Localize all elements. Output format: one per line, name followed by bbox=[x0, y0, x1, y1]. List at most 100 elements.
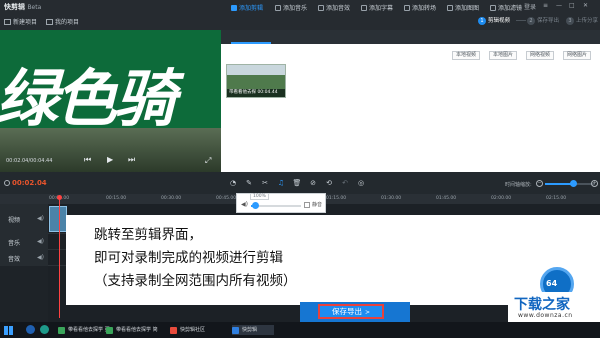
step-export-label: 保存导出 bbox=[537, 18, 560, 24]
taskbar-item-icon bbox=[58, 327, 65, 334]
maximize-icon[interactable]: □ bbox=[569, 2, 575, 9]
clock-icon bbox=[4, 180, 10, 186]
video-preview[interactable]: 绿色骑 bbox=[0, 30, 221, 172]
transition-icon bbox=[404, 5, 410, 11]
fullscreen-icon[interactable]: ⤢ bbox=[205, 156, 211, 166]
tab-add-image[interactable]: 添加图图 bbox=[447, 3, 479, 12]
add-online-image-button[interactable]: 网络图片 bbox=[563, 51, 592, 60]
mute-checkbox[interactable] bbox=[304, 202, 310, 208]
tab-add-transition[interactable]: 添加转场 bbox=[404, 3, 436, 12]
close-icon[interactable]: ✕ bbox=[583, 2, 588, 9]
cut-icon[interactable]: ✂ bbox=[260, 178, 270, 188]
add-local-image-button[interactable]: 本地图片 bbox=[489, 51, 518, 60]
site-logo-url: www.downza.cn bbox=[518, 312, 573, 319]
track-header-video[interactable]: 视频 ◀) bbox=[0, 204, 48, 234]
taskbar-item-label: 带看看他去探学 更 bbox=[68, 327, 110, 333]
save-export-label: 保存导出 bbox=[331, 307, 362, 316]
tab-add-clip[interactable]: 添加剪辑 bbox=[231, 3, 263, 12]
tab-bar bbox=[221, 30, 600, 44]
current-time-value: 00:02.04 bbox=[12, 179, 47, 187]
taskbar-item[interactable]: 快剪辑社区 bbox=[170, 325, 224, 335]
ruler-tick: 02:00.00 bbox=[491, 196, 512, 201]
add-local-video-button[interactable]: 本地视频 bbox=[452, 51, 481, 60]
rotate-icon[interactable]: ⟲ bbox=[324, 178, 334, 188]
tab-add-subtitle-label: 添加字幕 bbox=[369, 5, 394, 12]
my-projects-button[interactable]: 我的项目 bbox=[46, 17, 79, 26]
media-clip-thumbnail[interactable]: 带看看他去探 00:04.44 bbox=[226, 64, 286, 98]
zoom-slider-handle[interactable] bbox=[569, 180, 577, 187]
playhead[interactable] bbox=[59, 196, 60, 318]
speed-icon[interactable]: ◔ bbox=[228, 178, 238, 188]
zoom-in-icon[interactable]: + bbox=[591, 180, 598, 187]
next-frame-icon[interactable]: ⏭ bbox=[128, 155, 135, 165]
step-edit-number: 1 bbox=[478, 17, 486, 25]
login-button[interactable]: 登录 bbox=[524, 2, 536, 11]
speaker-icon[interactable]: ◀) bbox=[37, 215, 44, 222]
taskbar-item-label: 带看看他去探学 简 bbox=[116, 327, 158, 333]
thumbnail-caption-text: 带看看他去探 bbox=[229, 90, 256, 95]
taskbar-item[interactable]: 带看看他去探学 简 bbox=[106, 325, 162, 335]
taskbar-item[interactable]: 带看看他去探学 更 bbox=[58, 325, 110, 335]
track-name: 音效 bbox=[8, 256, 21, 263]
minimize-icon[interactable]: — bbox=[556, 2, 562, 9]
step-export[interactable]: 2 保存导出 bbox=[527, 16, 559, 25]
site-watermark-logo: 下载之家 www.downza.cn bbox=[508, 292, 600, 322]
volume-slider-handle[interactable] bbox=[252, 202, 259, 209]
timeline-video-clip[interactable] bbox=[49, 206, 67, 232]
step-share-label: 上传分享 bbox=[576, 18, 599, 24]
taskbar-item-label: 快剪辑社区 bbox=[180, 327, 206, 333]
tab-add-music-label: 添加音乐 bbox=[283, 5, 308, 12]
thumbnail-caption: 带看看他去探 00:04.44 bbox=[227, 89, 285, 97]
target-icon[interactable]: ◎ bbox=[356, 178, 366, 188]
start-icon[interactable] bbox=[4, 326, 13, 335]
taskbar-item-icon bbox=[106, 327, 113, 334]
tab-add-sound[interactable]: 添加音效 bbox=[318, 3, 350, 12]
taskbar-app-icon[interactable] bbox=[26, 325, 35, 334]
tab-add-subtitle[interactable]: 添加字幕 bbox=[361, 3, 393, 12]
folder-icon bbox=[46, 19, 53, 25]
tab-add-music[interactable]: 添加音乐 bbox=[275, 3, 307, 12]
speaker-icon[interactable]: ◀) bbox=[37, 254, 44, 261]
delete-icon[interactable]: 🗑 bbox=[292, 178, 302, 188]
volume-icon[interactable]: ◀) bbox=[241, 201, 248, 208]
disable-icon[interactable]: ⊘ bbox=[308, 178, 318, 188]
taskbar-item-active[interactable]: 快剪辑 bbox=[232, 325, 274, 335]
step-edit[interactable]: 1 剪辑视频 bbox=[478, 16, 510, 25]
ruler-tick: 00:45.00 bbox=[216, 196, 237, 201]
preview-overlay-text: 绿色骑 bbox=[0, 62, 176, 135]
taskbar-app-icon[interactable] bbox=[40, 325, 49, 334]
prev-frame-icon[interactable]: ⏮ bbox=[84, 155, 91, 165]
track-header-sound[interactable]: 音效 ◀) bbox=[0, 250, 48, 266]
current-time: 00:02.04 bbox=[4, 179, 47, 187]
undo-icon[interactable]: ↶ bbox=[340, 178, 350, 188]
preview-time: 00:02.04/00:04.44 bbox=[6, 158, 53, 164]
my-projects-label: 我的项目 bbox=[55, 19, 80, 26]
new-project-button[interactable]: 新建项目 bbox=[4, 17, 37, 26]
track-name: 音乐 bbox=[8, 240, 21, 247]
menu-icon[interactable]: ≡ bbox=[543, 2, 548, 9]
step-share[interactable]: 3 上传分享 bbox=[566, 16, 598, 25]
subtitle-icon bbox=[361, 5, 367, 11]
save-export-button[interactable]: 保存导出 > bbox=[318, 304, 384, 319]
add-online-video-button[interactable]: 网络视频 bbox=[526, 51, 555, 60]
playhead-handle[interactable] bbox=[57, 195, 62, 200]
caption-line: 跳转至剪辑界面， bbox=[94, 227, 202, 243]
speaker-icon[interactable]: ◀) bbox=[37, 238, 44, 245]
ruler-tick: 00:30.00 bbox=[161, 196, 182, 201]
music-icon bbox=[275, 5, 281, 11]
tab-add-filter[interactable]: 添加滤镜 bbox=[490, 3, 522, 12]
ruler-tick: 01:30.00 bbox=[381, 196, 402, 201]
tab-add-transition-label: 添加转场 bbox=[412, 5, 437, 12]
mute-label: 静音 bbox=[312, 202, 323, 208]
track-header-music[interactable]: 音乐 ◀) bbox=[0, 234, 48, 250]
zoom-out-icon[interactable]: − bbox=[536, 180, 543, 187]
volume-tool-icon[interactable]: ♫ bbox=[276, 178, 286, 188]
edit-icon[interactable]: ✎ bbox=[244, 178, 254, 188]
track-name: 视频 bbox=[8, 217, 21, 224]
taskbar-item-icon bbox=[170, 327, 177, 334]
caption-line: 即可对录制完成的视频进行剪辑 bbox=[94, 250, 283, 266]
caption-overlay: 跳转至剪辑界面， 即可对录制完成的视频进行剪辑 （支持录制全网范围内所有视频） bbox=[94, 224, 297, 293]
volume-percent: 100% bbox=[250, 193, 269, 200]
play-icon[interactable]: ▶ bbox=[107, 155, 113, 164]
new-project-icon bbox=[4, 19, 11, 25]
